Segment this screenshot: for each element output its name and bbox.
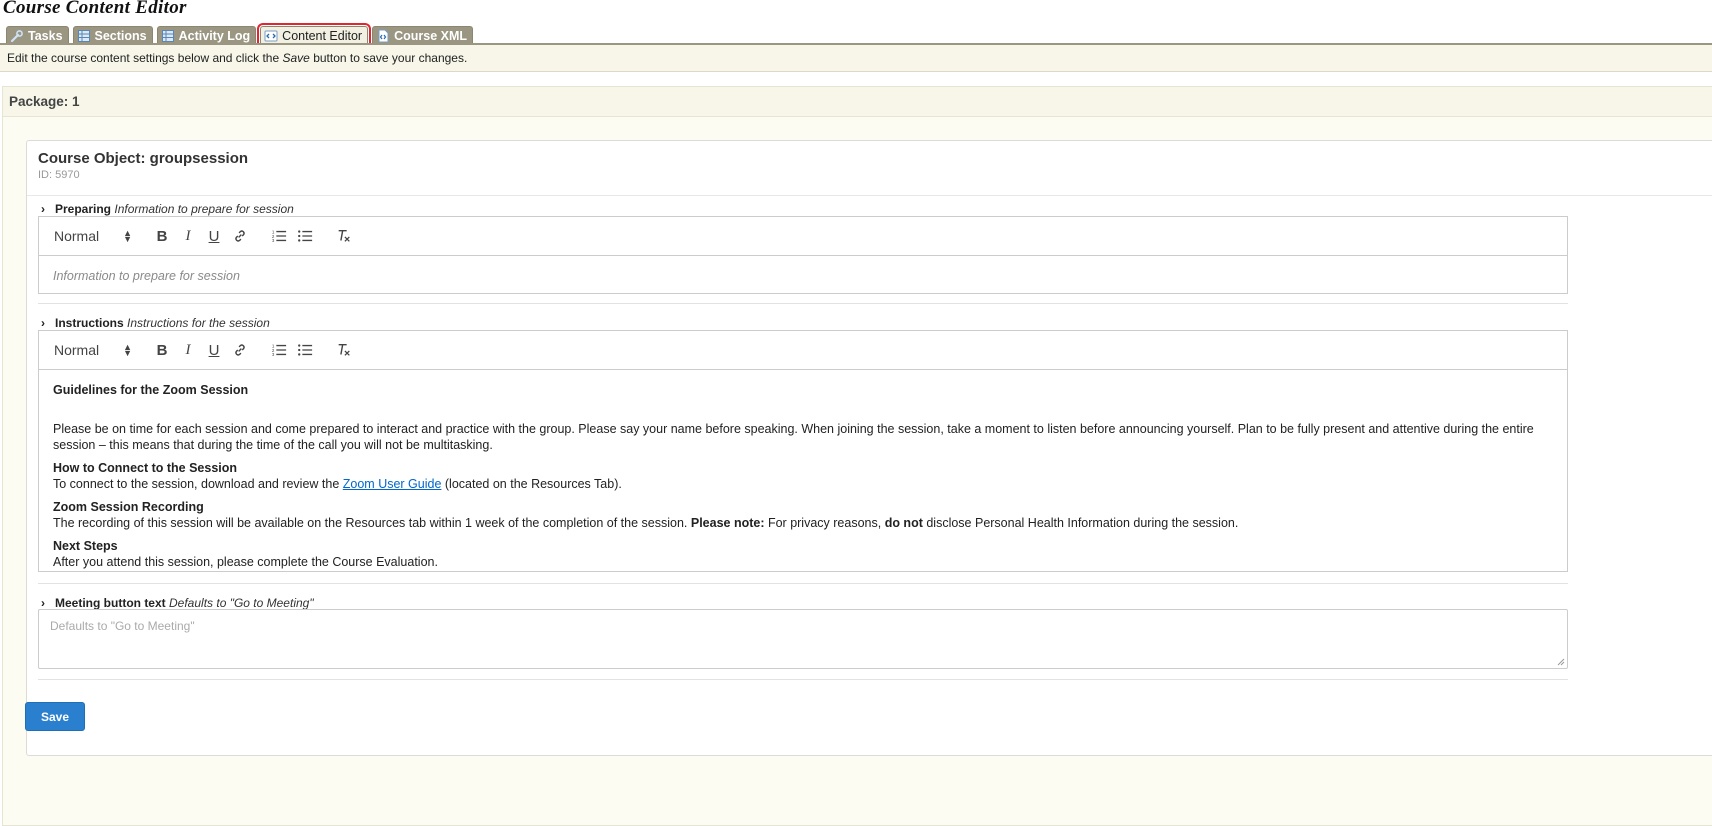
divider [38, 583, 1568, 584]
code-icon [264, 30, 278, 41]
link-button[interactable] [231, 341, 249, 359]
bold-button[interactable]: B [153, 341, 171, 359]
content-heading: Guidelines for the Zoom Session [53, 383, 249, 397]
editor-toolbar: Normal ▲ ▼ B I U 123 [39, 217, 1567, 256]
divider [38, 679, 1568, 680]
content-paragraph: To connect to the session, download and … [53, 476, 1553, 493]
field-hint: Defaults to "Go to Meeting" [169, 596, 314, 610]
select-arrows-icon: ▲ ▼ [123, 342, 132, 358]
text-run: (located on the Resources Tab). [441, 477, 622, 491]
ordered-list-button[interactable]: 123 [270, 341, 288, 359]
course-object-title: Course Object: groupsession [38, 150, 249, 167]
bullet-list-icon [298, 230, 313, 242]
app-title: Course Content Editor [3, 0, 187, 18]
bullet-list-button[interactable] [296, 227, 314, 245]
clear-format-button[interactable] [335, 227, 353, 245]
field-name: Meeting button text [55, 596, 166, 610]
tab-course-xml[interactable]: Course XML [372, 26, 474, 44]
link-icon [235, 230, 245, 242]
info-save-word: Save [282, 51, 310, 65]
zoom-user-guide-link[interactable]: Zoom User Guide [343, 477, 442, 491]
field-name: Instructions [55, 316, 124, 330]
preparing-editor-body[interactable]: Information to prepare for session [39, 256, 1567, 297]
format-select-value: Normal [54, 342, 100, 358]
tab-label: Course XML [394, 28, 468, 43]
input-placeholder: Defaults to "Go to Meeting" [50, 619, 195, 633]
text-run: For privacy reasons, [764, 516, 885, 530]
content-paragraph: The recording of this session will be av… [53, 515, 1553, 532]
chevron-right-icon[interactable]: › [41, 202, 47, 216]
chevron-right-icon[interactable]: › [41, 596, 47, 610]
link-icon [235, 344, 245, 356]
format-select[interactable]: Normal ▲ ▼ [54, 341, 132, 359]
italic-button[interactable]: I [179, 341, 197, 359]
text-run: The recording of this session will be av… [53, 516, 691, 530]
instructions-editor-body[interactable]: Guidelines for the Zoom Session Please b… [39, 370, 1567, 583]
tab-content-editor[interactable]: Content Editor [257, 23, 372, 47]
link-button[interactable] [231, 227, 249, 245]
content-paragraph: Please be on time for each session and c… [53, 421, 1534, 453]
grid-icon [77, 29, 90, 42]
content-heading: Zoom Session Recording [53, 499, 204, 514]
ordered-list-icon: 123 [272, 343, 287, 357]
package-title: Package: 1 [3, 87, 1712, 117]
save-button[interactable]: Save [25, 702, 85, 731]
instructions-editor: Normal ▲ ▼ B I U 123 Guidelines for the … [38, 330, 1568, 572]
content-paragraph: After you attend this session, please co… [53, 555, 438, 569]
course-object-card: Course Object: groupsession ID: 5970 › P… [26, 140, 1712, 756]
format-select-value: Normal [54, 228, 100, 244]
underline-button[interactable]: U [205, 227, 223, 245]
info-text-suffix: button to save your changes. [309, 51, 468, 65]
svg-text:3: 3 [272, 238, 275, 243]
xml-file-icon [378, 29, 389, 42]
ordered-list-icon: 123 [272, 229, 287, 243]
wrench-icon [10, 29, 23, 42]
text-run-bold: Please note: [690, 516, 765, 530]
clear-format-icon [338, 229, 350, 242]
content-heading: Next Steps [53, 538, 118, 553]
tab-bar: Tasks Sections Activity Log Content Edit… [6, 23, 474, 47]
italic-button[interactable]: I [179, 227, 197, 245]
field-label-preparing[interactable]: › Preparing Information to prepare for s… [41, 202, 294, 216]
bullet-list-button[interactable] [296, 341, 314, 359]
clear-format-icon [338, 343, 350, 356]
ordered-list-button[interactable]: 123 [270, 227, 288, 245]
resize-handle-icon[interactable] [1557, 658, 1565, 666]
field-label-meeting-button[interactable]: › Meeting button text Defaults to "Go to… [41, 596, 314, 610]
info-text-prefix: Edit the course content settings below a… [7, 51, 283, 65]
text-run: disclose Personal Health Information dur… [922, 516, 1239, 530]
content-heading: How to Connect to the Session [53, 460, 238, 475]
text-run-bold: do not [884, 516, 923, 530]
tab-activity-log[interactable]: Activity Log [156, 26, 257, 44]
course-object-id: ID: 5970 [38, 169, 80, 181]
editor-placeholder: Information to prepare for session [53, 269, 240, 283]
preparing-editor: Normal ▲ ▼ B I U 123 Information to prep… [38, 216, 1568, 294]
field-hint: Instructions for the session [127, 316, 270, 330]
tab-label: Tasks [28, 28, 63, 43]
text-run: To connect to the session, download and … [53, 477, 343, 491]
info-bar: Edit the course content settings below a… [0, 45, 1712, 72]
field-name: Preparing [55, 202, 112, 216]
tab-sections[interactable]: Sections [72, 26, 153, 44]
divider [27, 195, 1712, 196]
field-hint: Information to prepare for session [114, 202, 294, 216]
select-arrows-icon: ▲ ▼ [123, 228, 132, 244]
editor-toolbar: Normal ▲ ▼ B I U 123 [39, 331, 1567, 370]
bullet-list-icon [298, 344, 313, 356]
tab-label: Sections [94, 28, 147, 43]
format-select[interactable]: Normal ▲ ▼ [54, 227, 132, 245]
underline-button[interactable]: U [205, 341, 223, 359]
package-panel: Package: 1 Course Object: groupsession I… [2, 86, 1712, 826]
tab-label: Activity Log [178, 28, 251, 43]
divider [38, 303, 1568, 304]
meeting-button-text-input[interactable]: Defaults to "Go to Meeting" [38, 609, 1568, 669]
field-label-instructions[interactable]: › Instructions Instructions for the sess… [41, 316, 270, 330]
bold-button[interactable]: B [153, 227, 171, 245]
tab-label: Content Editor [282, 28, 363, 43]
tab-tasks[interactable]: Tasks [6, 26, 69, 44]
grid-icon [161, 29, 174, 42]
chevron-right-icon[interactable]: › [41, 316, 47, 330]
svg-text:3: 3 [272, 352, 275, 357]
clear-format-button[interactable] [335, 341, 353, 359]
